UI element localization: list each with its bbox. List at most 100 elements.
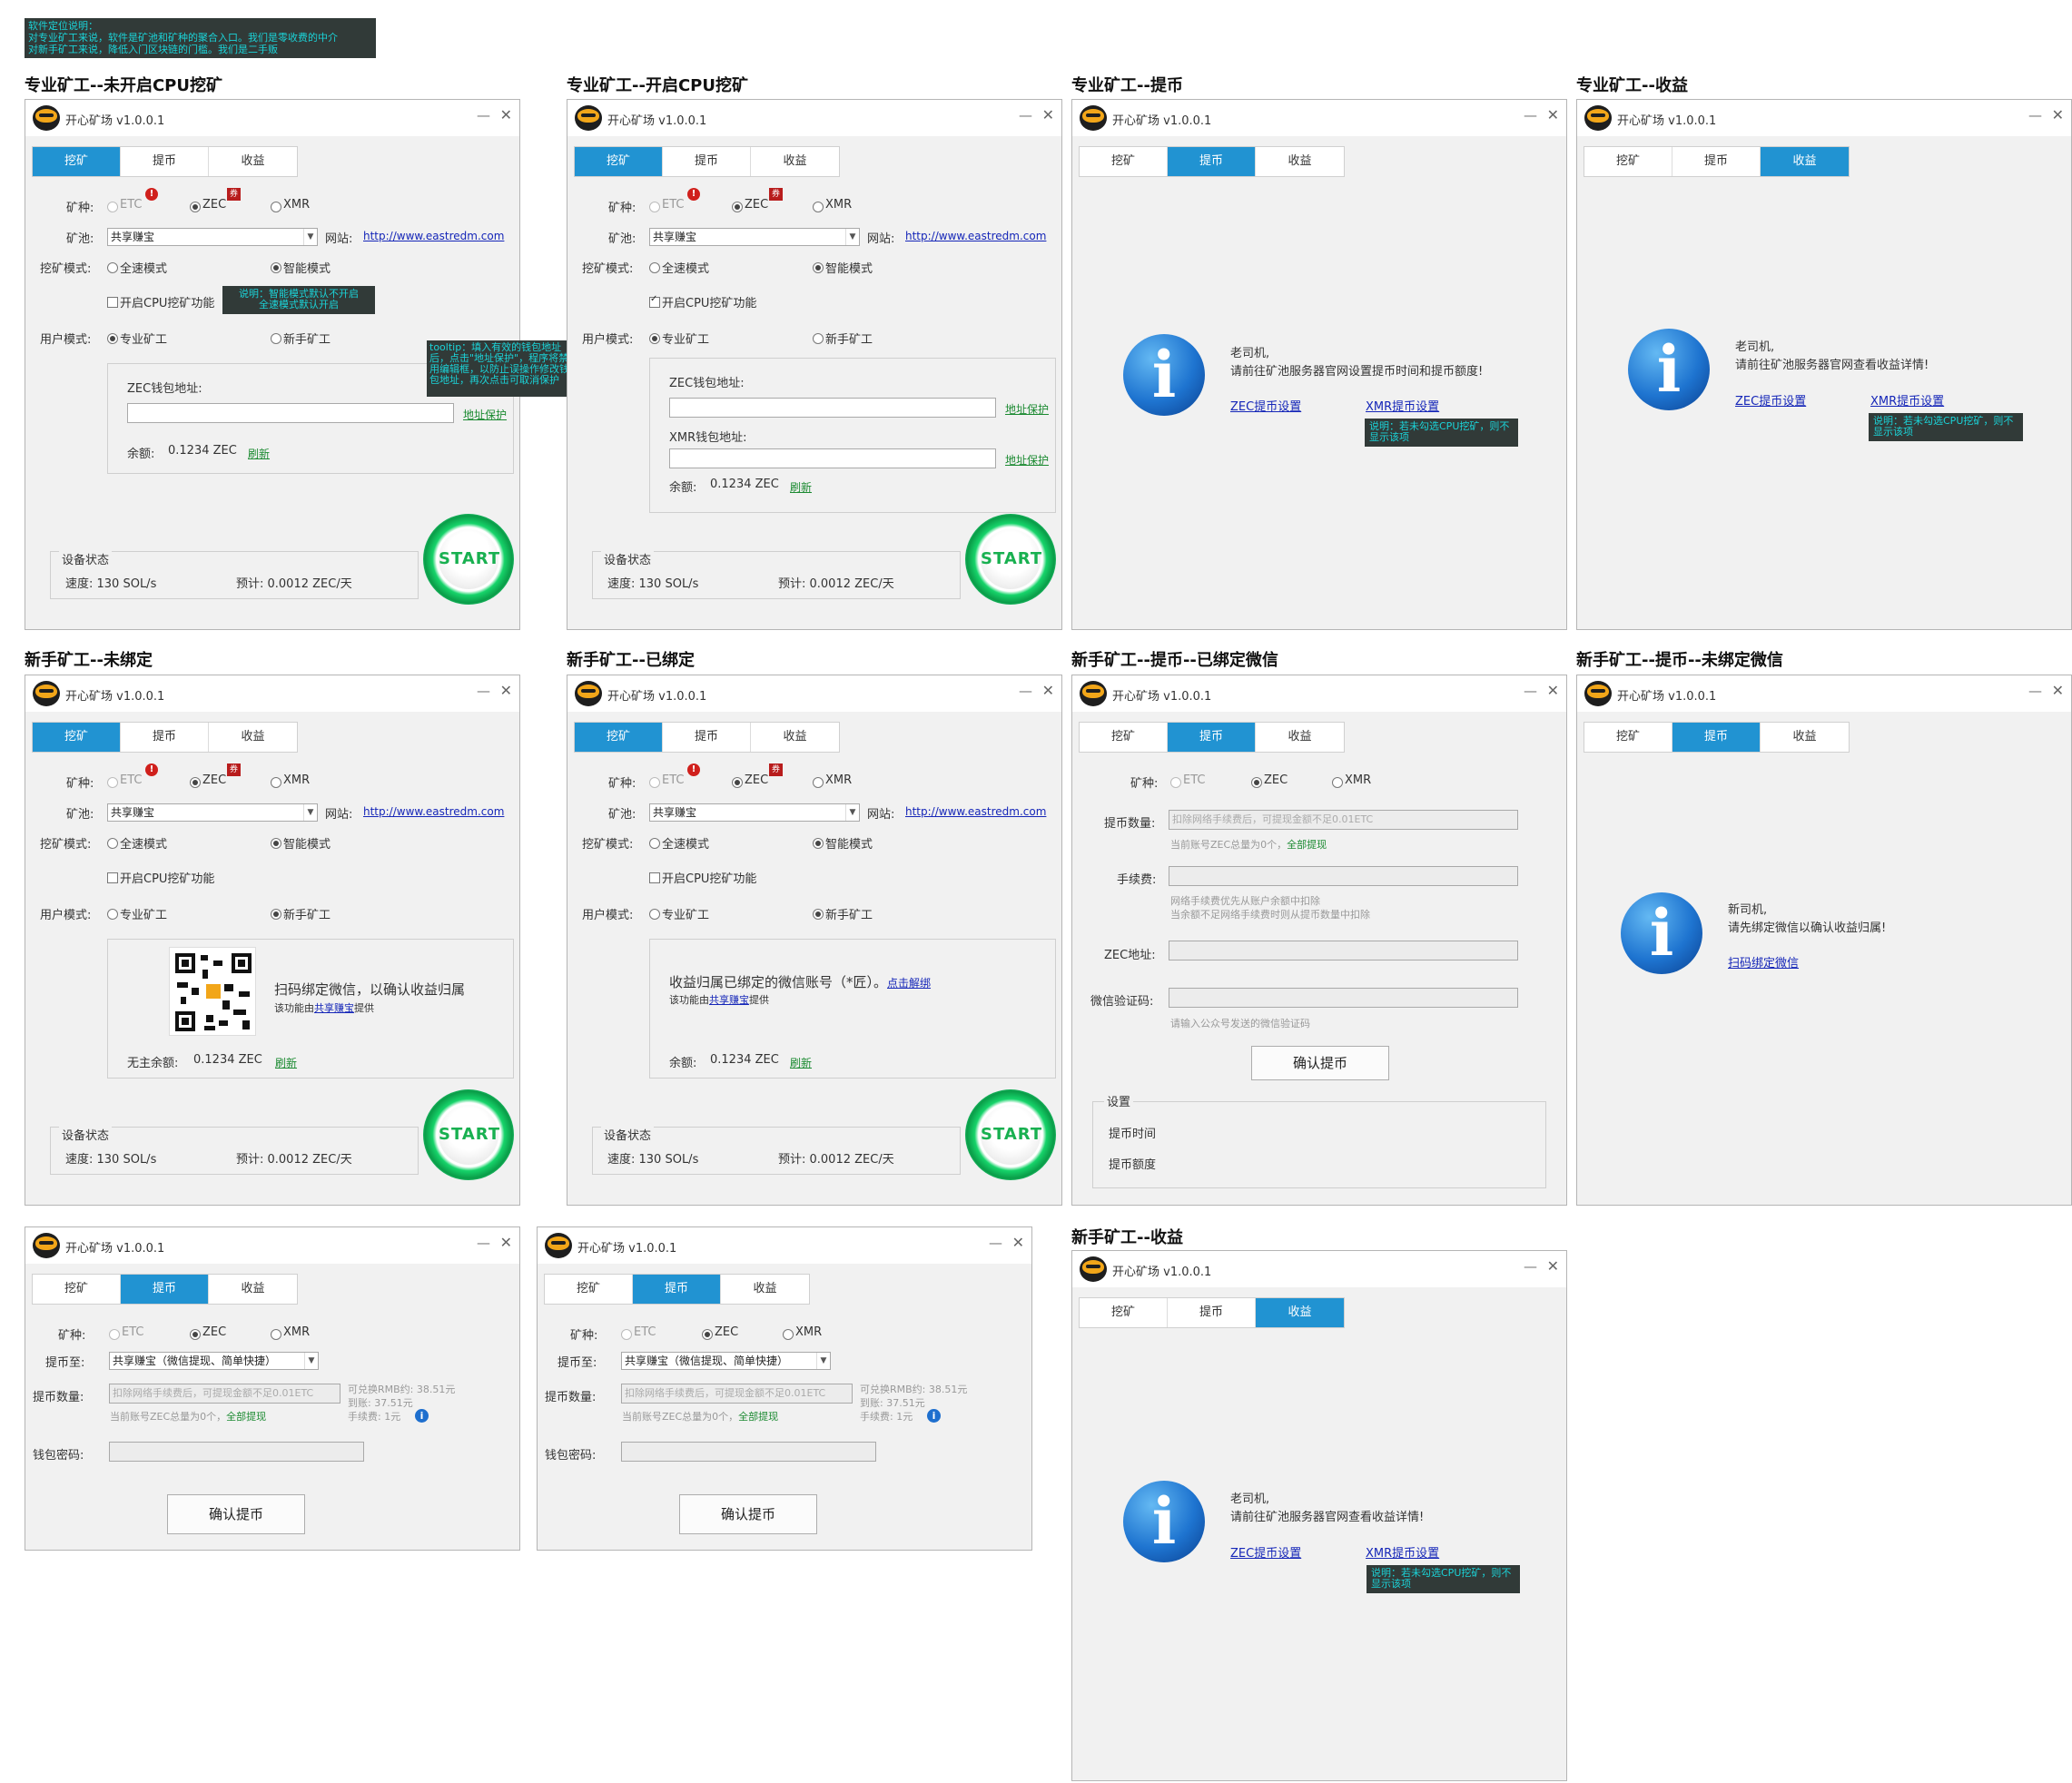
minimize-icon[interactable]: —	[1524, 683, 1537, 699]
xmr-wallet-input[interactable]	[669, 448, 996, 468]
amount-input[interactable]: 扣除网络手续费后，可提现金额不足0.01ETC	[1169, 810, 1518, 830]
pool-select[interactable]: 共享赚宝 ▼	[649, 228, 860, 246]
coin-radio-zec[interactable]: ZEC	[190, 198, 226, 212]
coin-radio-zec[interactable]: ZEC	[702, 1325, 738, 1340]
coin-radio-xmr[interactable]: XMR	[271, 1325, 310, 1340]
coin-radio-etc[interactable]: ETC	[107, 198, 142, 212]
mode-radio-full[interactable]: 全速模式	[649, 834, 709, 852]
tab-mining[interactable]: 挖矿	[33, 147, 121, 176]
refresh-link[interactable]: 刷新	[248, 446, 270, 461]
tab-withdraw[interactable]: 提币	[121, 1275, 209, 1304]
tab-mining[interactable]: 挖矿	[1080, 1298, 1168, 1327]
zec-withdraw-settings-link[interactable]: ZEC提币设置	[1230, 1543, 1301, 1561]
cpu-mining-checkbox[interactable]: 开启CPU挖矿功能	[649, 293, 756, 310]
address-protect-link[interactable]: 地址保护	[463, 407, 507, 422]
pool-select[interactable]: 共享赚宝 ▼	[107, 803, 318, 822]
coin-radio-xmr[interactable]: XMR	[813, 773, 852, 788]
tab-withdraw[interactable]: 提币	[121, 147, 209, 176]
start-button[interactable]: START	[423, 514, 514, 605]
coin-radio-zec[interactable]: ZEC	[732, 773, 768, 788]
confirm-withdraw-button[interactable]: 确认提币	[167, 1494, 305, 1534]
close-icon[interactable]: ✕	[2052, 106, 2064, 123]
user-radio-pro[interactable]: 专业矿工	[107, 905, 167, 922]
user-radio-pro[interactable]: 专业矿工	[107, 330, 167, 347]
minimize-icon[interactable]: —	[2028, 683, 2042, 699]
wallet-password-input[interactable]	[109, 1442, 364, 1462]
chevron-down-icon[interactable]: ▼	[304, 1353, 318, 1369]
close-icon[interactable]: ✕	[500, 106, 512, 123]
mode-radio-smart[interactable]: 智能模式	[813, 834, 873, 852]
close-icon[interactable]: ✕	[1547, 106, 1559, 123]
tab-withdraw[interactable]: 提币	[1672, 723, 1761, 752]
tab-mining[interactable]: 挖矿	[33, 1275, 121, 1304]
withdraw-all-link[interactable]: 全部提现	[1287, 839, 1327, 851]
mode-radio-full[interactable]: 全速模式	[107, 259, 167, 276]
tab-mining[interactable]: 挖矿	[1584, 147, 1672, 176]
site-link[interactable]: http://www.eastredm.com	[363, 805, 504, 818]
xmr-withdraw-settings-link[interactable]: XMR提币设置	[1366, 1543, 1439, 1561]
wallet-password-input[interactable]	[621, 1442, 876, 1462]
coin-radio-etc[interactable]: ETC	[649, 198, 684, 212]
coin-radio-xmr[interactable]: XMR	[813, 198, 852, 212]
minimize-icon[interactable]: —	[989, 1235, 1002, 1251]
close-icon[interactable]: ✕	[1547, 682, 1559, 699]
tab-withdraw[interactable]: 提币	[1672, 147, 1761, 176]
user-radio-new[interactable]: 新手矿工	[271, 330, 331, 347]
chevron-down-icon[interactable]: ▼	[845, 229, 859, 245]
withdraw-all-link[interactable]: 全部提现	[226, 1411, 266, 1423]
tab-withdraw[interactable]: 提币	[121, 723, 209, 752]
tab-withdraw[interactable]: 提币	[663, 723, 751, 752]
coin-radio-xmr[interactable]: XMR	[783, 1325, 822, 1340]
tab-earnings[interactable]: 收益	[209, 1275, 297, 1304]
tab-earnings[interactable]: 收益	[1256, 1298, 1344, 1327]
site-link[interactable]: http://www.eastredm.com	[363, 230, 504, 242]
minimize-icon[interactable]: —	[1524, 1258, 1537, 1275]
minimize-icon[interactable]: —	[477, 683, 490, 699]
fee-input[interactable]	[1169, 866, 1518, 886]
zec-address-input[interactable]	[1169, 941, 1518, 960]
tab-earnings[interactable]: 收益	[1256, 147, 1344, 176]
coin-radio-zec[interactable]: ZEC	[190, 773, 226, 788]
tab-earnings[interactable]: 收益	[1761, 147, 1849, 176]
tab-earnings[interactable]: 收益	[209, 147, 297, 176]
zec-withdraw-settings-link[interactable]: ZEC提币设置	[1735, 391, 1806, 409]
mode-radio-smart[interactable]: 智能模式	[271, 834, 331, 852]
tab-earnings[interactable]: 收益	[1761, 723, 1849, 752]
coin-radio-zec[interactable]: ZEC	[190, 1325, 226, 1340]
xmr-withdraw-settings-link[interactable]: XMR提币设置	[1870, 391, 1944, 409]
user-radio-pro[interactable]: 专业矿工	[649, 330, 709, 347]
mode-radio-full[interactable]: 全速模式	[107, 834, 167, 852]
coin-radio-xmr[interactable]: XMR	[1332, 773, 1371, 788]
coin-radio-etc[interactable]: ETC	[649, 773, 684, 788]
start-button[interactable]: START	[965, 514, 1056, 605]
coin-radio-xmr[interactable]: XMR	[271, 773, 310, 788]
tab-earnings[interactable]: 收益	[721, 1275, 809, 1304]
zec-withdraw-settings-link[interactable]: ZEC提币设置	[1230, 397, 1301, 414]
coin-radio-etc[interactable]: ETC	[1170, 773, 1205, 788]
tab-withdraw[interactable]: 提币	[1168, 1298, 1256, 1327]
refresh-link[interactable]: 刷新	[275, 1055, 297, 1070]
site-link[interactable]: http://www.eastredm.com	[905, 805, 1046, 818]
refresh-link[interactable]: 刷新	[790, 479, 812, 495]
amount-input[interactable]: 扣除网络手续费后，可提现金额不足0.01ETC	[621, 1384, 853, 1404]
site-link[interactable]: http://www.eastredm.com	[905, 230, 1046, 242]
confirm-withdraw-button[interactable]: 确认提币	[1251, 1046, 1389, 1080]
tab-mining[interactable]: 挖矿	[575, 147, 663, 176]
minimize-icon[interactable]: —	[1524, 107, 1537, 123]
user-radio-pro[interactable]: 专业矿工	[649, 905, 709, 922]
close-icon[interactable]: ✕	[1042, 106, 1054, 123]
coin-radio-zec[interactable]: ZEC	[1251, 773, 1288, 788]
user-radio-new[interactable]: 新手矿工	[813, 905, 873, 922]
cpu-mining-checkbox[interactable]: 开启CPU挖矿功能	[107, 293, 214, 310]
start-button[interactable]: START	[965, 1089, 1056, 1180]
confirm-withdraw-button[interactable]: 确认提币	[679, 1494, 817, 1534]
tab-mining[interactable]: 挖矿	[33, 723, 121, 752]
unbind-link[interactable]: 点击解绑	[887, 977, 931, 990]
chevron-down-icon[interactable]: ▼	[303, 804, 317, 821]
pool-select[interactable]: 共享赚宝 ▼	[649, 803, 860, 822]
tab-mining[interactable]: 挖矿	[1584, 723, 1672, 752]
user-radio-new[interactable]: 新手矿工	[813, 330, 873, 347]
chevron-down-icon[interactable]: ▼	[303, 229, 317, 245]
cpu-mining-checkbox[interactable]: 开启CPU挖矿功能	[107, 869, 214, 886]
coin-radio-xmr[interactable]: XMR	[271, 198, 310, 212]
